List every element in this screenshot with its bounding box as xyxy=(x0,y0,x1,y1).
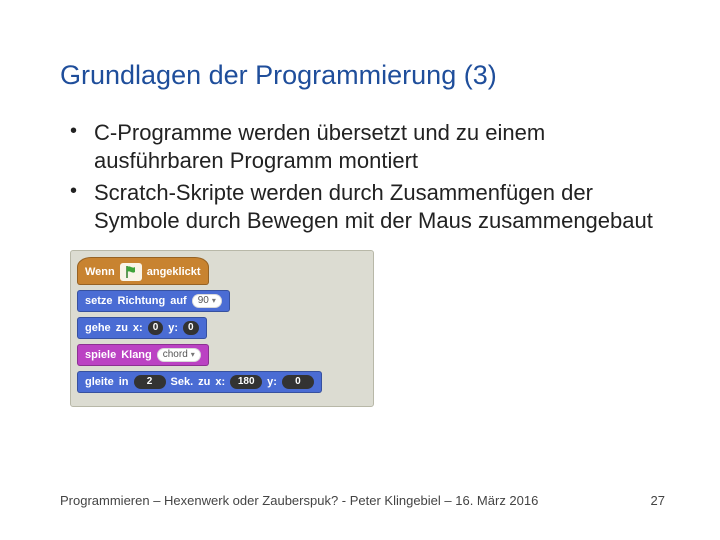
glide-block[interactable]: gleite in 2 Sek. zu x: 180 y: 0 xyxy=(77,371,322,393)
bullet-item: Scratch-Skripte werden durch Zusammen­fü… xyxy=(70,179,660,235)
slide-title: Grundlagen der Programmierung (3) xyxy=(60,60,660,91)
go-to-xy-block[interactable]: gehe zu x: 0 y: 0 xyxy=(77,317,207,339)
block-text: x: xyxy=(133,322,143,334)
bullet-item: C-Programme werden übersetzt und zu eine… xyxy=(70,119,660,175)
block-text: y: xyxy=(168,322,178,334)
glide-x-value[interactable]: 180 xyxy=(230,375,262,389)
block-text: y: xyxy=(267,376,277,388)
x-value[interactable]: 0 xyxy=(148,321,164,335)
direction-dropdown[interactable]: 90 xyxy=(192,294,222,308)
block-text: angeklickt xyxy=(147,266,201,278)
green-flag-icon xyxy=(120,263,142,281)
set-direction-block[interactable]: setze Richtung auf 90 xyxy=(77,290,230,312)
glide-y-value[interactable]: 0 xyxy=(282,375,314,389)
play-sound-block[interactable]: spiele Klang chord xyxy=(77,344,209,366)
block-text: setze xyxy=(85,295,113,307)
block-text: gehe xyxy=(85,322,111,334)
block-text: zu xyxy=(198,376,210,388)
bullet-list: C-Programme werden übersetzt und zu eine… xyxy=(70,119,660,236)
block-text: spiele xyxy=(85,349,116,361)
block-text: gleite xyxy=(85,376,114,388)
block-text: Sek. xyxy=(171,376,194,388)
sound-dropdown[interactable]: chord xyxy=(157,348,201,362)
block-text: zu xyxy=(116,322,128,334)
scratch-script-panel: Wenn angeklickt setze Richtung auf 90 ge… xyxy=(70,250,374,407)
y-value[interactable]: 0 xyxy=(183,321,199,335)
block-text: auf xyxy=(170,295,187,307)
page-number: 27 xyxy=(651,493,665,508)
block-text: Wenn xyxy=(85,266,115,278)
when-flag-clicked-block[interactable]: Wenn angeklickt xyxy=(77,257,209,285)
block-text: x: xyxy=(215,376,225,388)
footer-text: Programmieren – Hexenwerk oder Zauberspu… xyxy=(60,493,538,508)
block-text: in xyxy=(119,376,129,388)
seconds-value[interactable]: 2 xyxy=(134,375,166,389)
block-text: Richtung xyxy=(118,295,166,307)
block-text: Klang xyxy=(121,349,152,361)
